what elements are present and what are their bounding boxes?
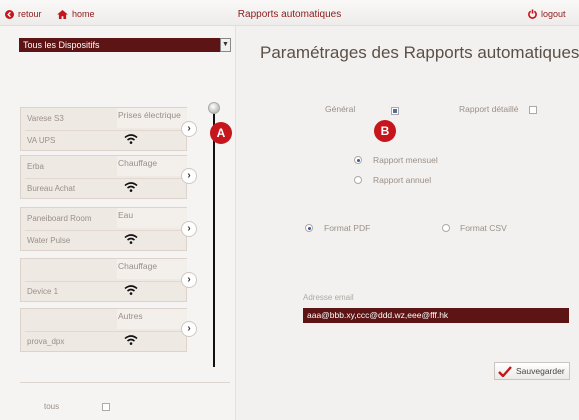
all-label: tous — [44, 402, 60, 411]
pdf-format-label: Format PDF — [324, 223, 371, 233]
settings-title: Paramétrages des Rapports automatiques — [260, 43, 579, 62]
top-bar: retour home Rapports automatiques logout — [0, 0, 579, 26]
device-name: Water Pulse — [27, 236, 71, 245]
detailed-report-checkbox[interactable] — [529, 106, 537, 114]
checkmark-icon — [498, 365, 512, 377]
device-location: Erba — [27, 162, 44, 171]
device-category: Chauffage — [118, 158, 158, 168]
device-card[interactable]: Erba Chauffage Bureau Achat — [20, 155, 187, 199]
marker-b: B — [374, 120, 396, 142]
device-name: Bureau Achat — [27, 184, 76, 193]
chevron-right-icon[interactable]: › — [181, 168, 197, 184]
logout-link[interactable]: logout — [528, 9, 566, 19]
wifi-icon — [124, 285, 138, 295]
csv-format-label: Format CSV — [460, 223, 507, 233]
general-label: Général — [325, 104, 356, 114]
device-card[interactable]: Chauffage Device 1 — [20, 258, 187, 302]
chevron-right-icon[interactable]: › — [181, 321, 197, 337]
monthly-report-radio[interactable] — [354, 156, 362, 164]
device-filter-value: Tous les Dispositifs — [23, 40, 100, 50]
device-name: Device 1 — [27, 287, 59, 296]
power-icon — [528, 9, 537, 19]
chevron-right-icon[interactable]: › — [181, 121, 197, 137]
device-category: Autres — [118, 311, 143, 321]
device-category: Chauffage — [118, 261, 158, 271]
pdf-format-radio[interactable] — [305, 224, 313, 232]
yearly-report-radio[interactable] — [354, 176, 362, 184]
device-name: prova_dpx — [27, 337, 65, 346]
marker-a: A — [210, 122, 232, 144]
csv-format-radio[interactable] — [442, 224, 450, 232]
detailed-report-label: Rapport détaillé — [459, 104, 519, 114]
all-checkbox[interactable] — [102, 403, 110, 411]
save-button-label: Sauvegarder — [516, 366, 565, 376]
device-card[interactable]: Autres prova_dpx — [20, 308, 187, 352]
yearly-report-label: Rapport annuel — [373, 175, 432, 185]
scroll-knob[interactable] — [208, 102, 220, 114]
device-card[interactable]: Varese S3 Prises électrique VA UPS — [20, 107, 187, 151]
wifi-icon — [124, 182, 138, 192]
device-card[interactable]: Paneiboard Room Eau Water Pulse — [20, 207, 187, 251]
wifi-icon — [124, 234, 138, 244]
logout-label: logout — [541, 9, 566, 19]
wifi-icon — [124, 335, 138, 345]
device-name: VA UPS — [27, 136, 56, 145]
device-category: Eau — [118, 210, 134, 220]
page-header-title: Rapports automatiques — [237, 9, 342, 20]
monthly-report-label: Rapport mensuel — [373, 155, 438, 165]
device-location: Paneiboard Room — [27, 214, 92, 223]
wifi-icon — [124, 134, 138, 144]
chevron-right-icon[interactable]: › — [181, 221, 197, 237]
device-category: Prises électrique — [118, 110, 181, 120]
email-input[interactable]: aaa@bbb.xy,ccc@ddd.wz,eee@fff.hk — [303, 308, 569, 323]
chevron-right-icon[interactable]: › — [181, 272, 197, 288]
scroll-track[interactable] — [213, 112, 215, 367]
device-location: Varese S3 — [27, 114, 64, 123]
save-button[interactable]: Sauvegarder — [494, 362, 570, 380]
general-checkbox[interactable] — [391, 107, 399, 115]
select-arrow-icon[interactable]: ▼ — [220, 38, 231, 52]
device-filter-select[interactable]: Tous les Dispositifs ▼ — [19, 38, 231, 52]
email-label: Adresse email — [303, 293, 354, 302]
